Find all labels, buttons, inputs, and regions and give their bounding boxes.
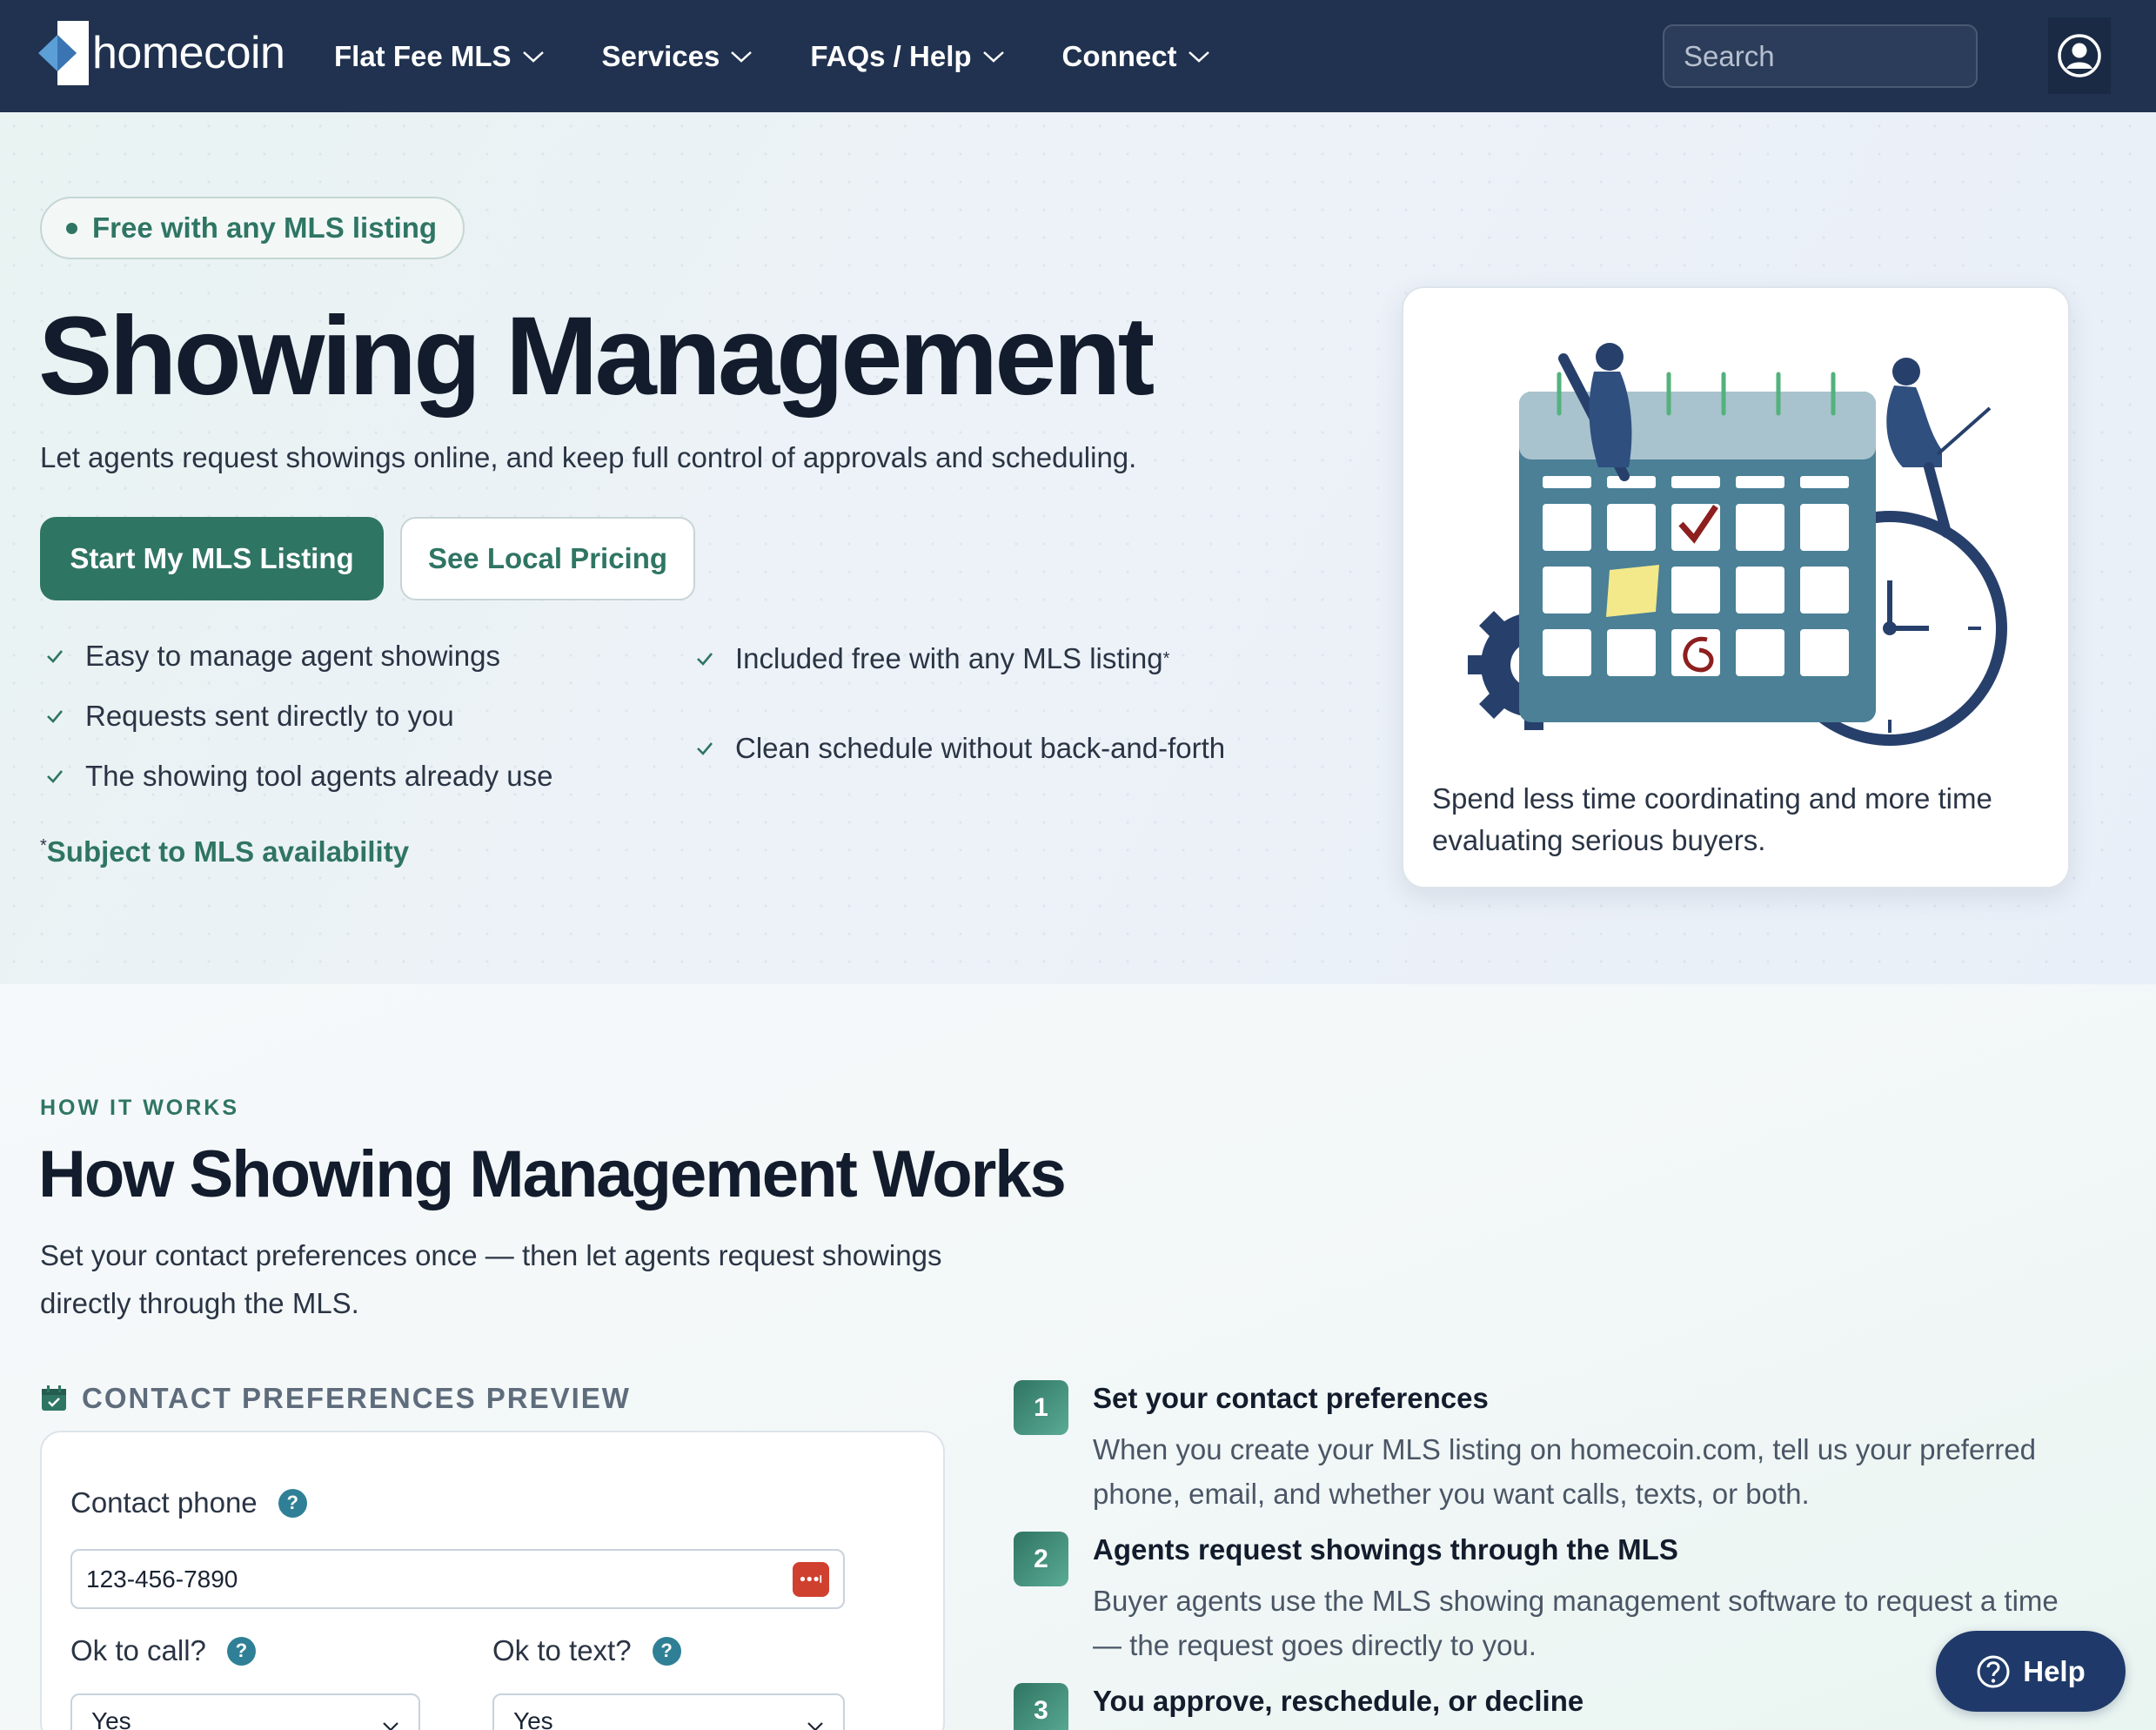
free-badge-text: Free with any MLS listing [92,211,438,244]
nav-flat-fee-mls[interactable]: Flat Fee MLS [334,40,545,73]
free-badge: Free with any MLS listing [40,197,465,259]
ok-to-call-value: Yes [91,1707,131,1730]
feature-item: Clean schedule without back-and-forth [695,732,1225,765]
brand-name: homecoin [92,28,285,78]
person-with-laptop-icon [1886,358,1992,538]
contact-phone-input[interactable] [86,1565,793,1593]
page-title: Showing Management [38,294,1155,419]
nav-connect[interactable]: Connect [1062,40,1210,73]
footnote-text: Subject to MLS availability [46,835,410,868]
step-title: Agents request showings through the MLS [1093,1533,1678,1566]
nav-services-label: Services [601,39,720,72]
ok-to-call-select[interactable]: Yes [70,1693,420,1730]
step-title: You approve, reschedule, or decline [1093,1685,1584,1717]
section-eyebrow: HOW IT WORKS [40,1096,240,1120]
step-item: 3 You approve, reschedule, or decline [1014,1683,2101,1730]
dots-icon [800,1575,822,1583]
ok-to-text-value: Yes [513,1707,553,1730]
footnote-mark: * [40,836,47,855]
calendar-scheduling-illustration [1468,343,2007,746]
ok-to-text-label-text: Ok to text? [492,1634,632,1666]
step-number: 2 [1014,1532,1068,1586]
step-item: 1 Set your contact preferences When you … [1014,1380,2101,1519]
ok-to-text-label: Ok to text? ? [492,1634,681,1667]
feature-text: Clean schedule without back-and-forth [735,732,1226,764]
section-subtitle: Set your contact preferences once — then… [40,1239,942,1319]
feature-item: Easy to manage agent showings [45,640,500,673]
feature-text: Included free with any MLS listing [735,642,1163,674]
feature-text: Requests sent directly to you [85,700,454,732]
nav-connect-label: Connect [1061,39,1177,72]
calendar-icon [42,1385,66,1411]
nav-faqs-help-label: FAQs / Help [810,39,972,72]
see-local-pricing-button[interactable]: See Local Pricing [400,517,695,600]
chevron-down-icon [731,50,753,63]
chevron-down-icon [982,50,1004,63]
chevron-down-icon [807,1722,823,1730]
top-navbar: homecoin Flat Fee MLS Services FAQs / He… [0,0,2156,112]
step-number: 3 [1014,1683,1068,1730]
badge-dot [66,222,77,234]
ok-to-call-label-text: Ok to call? [70,1634,206,1666]
feature-text: The showing tool agents already use [85,760,553,792]
feature-text: Easy to manage agent showings [85,640,500,672]
hero-section: Free with any MLS listing Showing Manage… [0,112,2156,984]
start-mls-listing-button[interactable]: Start My MLS Listing [40,517,384,600]
check-icon [697,653,713,666]
check-icon [47,770,63,783]
help-chat-button[interactable]: Help [1936,1631,2126,1712]
step-number: 1 [1014,1380,1068,1435]
mls-availability-note: *Subject to MLS availability [40,835,409,868]
check-icon [47,710,63,723]
help-circle-icon [1977,1655,2010,1687]
homecoin-logo[interactable]: homecoin [38,17,285,89]
help-circle-icon[interactable]: ? [226,1636,256,1666]
feature-item: Requests sent directly to you [45,700,454,733]
chevron-down-icon [383,1722,398,1730]
main-menu: Flat Fee MLS Services FAQs / Help Connec… [334,0,1268,112]
contact-preferences-card: Contact phone ? Ok to call? ? Ok to text… [40,1431,945,1730]
feature-item: The showing tool agents already use [45,760,553,793]
step-title: Set your contact preferences [1093,1382,1489,1414]
user-account-icon [2058,34,2101,77]
contact-preferences-label-text: CONTACT PREFERENCES PREVIEW [82,1382,631,1414]
search-input[interactable] [1684,39,2053,73]
step-description: When you create your MLS listing on home… [1093,1433,2037,1510]
search-box [1663,24,2053,88]
illustration-caption: Spend less time coordinating and more ti… [1432,782,1992,856]
hero-subtitle: Let agents request showings online, and … [40,441,1137,473]
help-circle-icon[interactable]: ? [278,1488,307,1518]
help-button-label: Help [2023,1654,2086,1687]
feature-item: Included free with any MLS listing * [695,642,1169,675]
check-icon [697,742,713,755]
password-manager-icon[interactable] [793,1561,829,1597]
hero-illustration-card: Spend less time coordinating and more ti… [1402,286,2070,888]
ok-to-text-select[interactable]: Yes [492,1693,845,1730]
chevron-down-icon [522,50,544,63]
help-circle-icon[interactable]: ? [652,1636,681,1666]
how-it-works-section: HOW IT WORKS How Showing Management Work… [0,984,2156,1730]
contact-preferences-label: CONTACT PREFERENCES PREVIEW [40,1382,631,1415]
contact-phone-label-text: Contact phone [70,1486,258,1519]
ok-to-call-label: Ok to call? ? [70,1634,256,1667]
homecoin-logo-icon [38,21,89,85]
check-icon [47,650,63,663]
calendar-icon [1519,372,1876,722]
contact-phone-label: Contact phone ? [70,1486,307,1519]
step-item: 2 Agents request showings through the ML… [1014,1532,2101,1671]
contact-phone-field [70,1549,845,1609]
nav-faqs-help[interactable]: FAQs / Help [810,40,1004,73]
account-button[interactable] [2048,17,2111,94]
nav-flat-fee-mls-label: Flat Fee MLS [334,39,512,72]
section-title: How Showing Management Works [38,1137,1067,1211]
nav-services[interactable]: Services [602,40,753,73]
chevron-down-icon [1188,50,1209,63]
